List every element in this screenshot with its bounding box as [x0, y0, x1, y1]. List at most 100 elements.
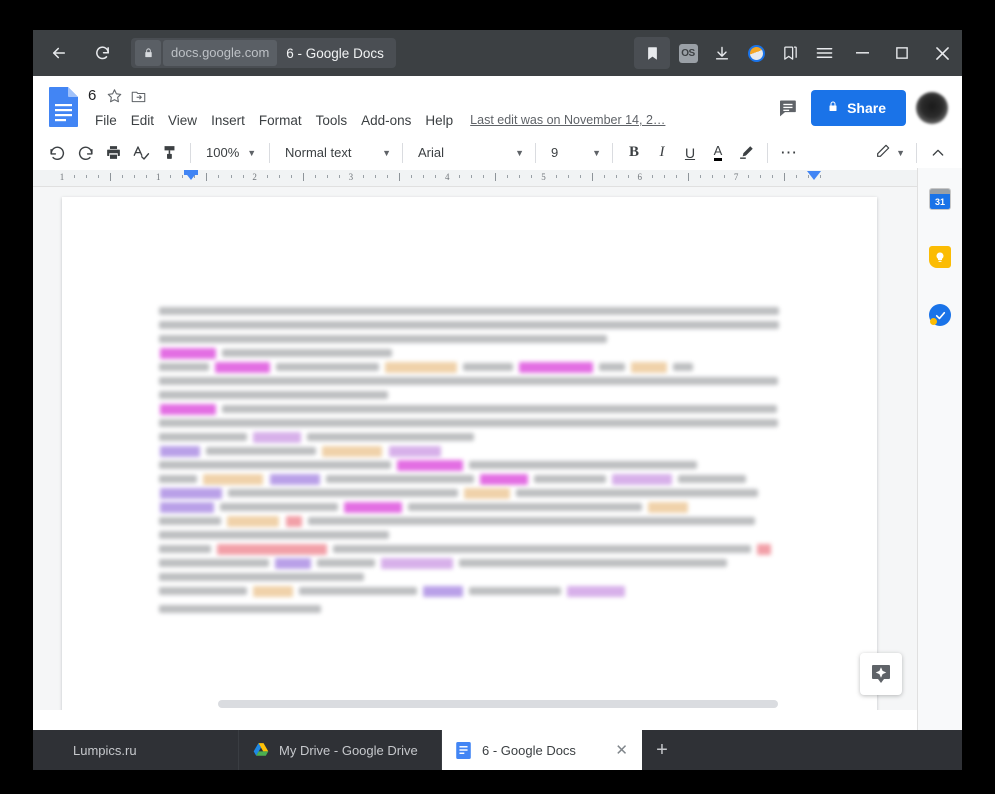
document-paragraph[interactable]	[159, 303, 784, 344]
document-paragraph[interactable]	[159, 401, 784, 527]
address-bar[interactable]: docs.google.com 6 - Google Docs	[131, 38, 396, 68]
ruler-tick	[242, 175, 244, 178]
editing-mode-dropdown[interactable]: ▼	[867, 140, 909, 166]
back-arrow-icon[interactable]	[42, 36, 76, 70]
spellcheck-icon[interactable]	[127, 139, 155, 167]
redacted-text-span	[206, 447, 316, 456]
document-text-line[interactable]	[159, 485, 784, 499]
document-text-line[interactable]	[159, 457, 784, 471]
font-size-dropdown[interactable]: 9 ▼	[543, 140, 605, 166]
star-icon[interactable]	[104, 86, 124, 106]
bookmark-star-icon[interactable]	[634, 37, 670, 69]
menu-view[interactable]: View	[161, 111, 204, 130]
collapse-chevron-icon[interactable]	[924, 139, 952, 167]
tab-google-drive[interactable]: My Drive - Google Drive	[239, 730, 442, 770]
menu-add-ons[interactable]: Add-ons	[354, 111, 418, 130]
close-icon[interactable]: ✕	[609, 741, 628, 759]
document-text-line[interactable]	[159, 513, 784, 527]
user-avatar[interactable]	[916, 92, 948, 124]
redacted-text-span	[326, 475, 474, 484]
tab-google-docs-active[interactable]: 6 - Google Docs ✕	[442, 730, 642, 770]
underline-button[interactable]: U	[676, 139, 704, 167]
share-button[interactable]: Share	[811, 90, 906, 126]
text-color-button[interactable]: A	[704, 139, 732, 167]
download-icon[interactable]	[706, 37, 738, 69]
document-text-line[interactable]	[159, 429, 784, 443]
tab-lumpics[interactable]: Lumpics.ru	[33, 730, 239, 770]
print-icon[interactable]	[99, 139, 127, 167]
menu-file[interactable]: File	[88, 111, 124, 130]
ruler-tick	[627, 175, 629, 178]
bold-button[interactable]: B	[620, 139, 648, 167]
last-edit-link[interactable]: Last edit was on November 14, 2…	[470, 113, 665, 127]
undo-icon[interactable]	[43, 139, 71, 167]
italic-button[interactable]: I	[648, 139, 676, 167]
menu-tools[interactable]: Tools	[309, 111, 355, 130]
document-text-line[interactable]	[159, 527, 784, 540]
document-ruler[interactable]: 1 1 2 3 4 5 6 7	[33, 170, 962, 187]
document-text-line[interactable]	[159, 499, 784, 513]
redacted-text-span	[299, 587, 417, 596]
menu-edit[interactable]: Edit	[124, 111, 161, 130]
new-tab-button[interactable]: +	[642, 730, 682, 770]
more-options-button[interactable]: ⋯	[775, 139, 803, 167]
highlighted-text-span	[381, 557, 453, 569]
document-text-line[interactable]	[159, 541, 784, 555]
zoom-dropdown[interactable]: 100% ▼	[198, 140, 262, 166]
right-indent-marker[interactable]	[807, 171, 821, 180]
redo-icon[interactable]	[71, 139, 99, 167]
calendar-icon-date: 31	[930, 194, 950, 209]
document-text-line[interactable]	[159, 331, 784, 344]
bookmarks-manager-icon[interactable]	[774, 37, 806, 69]
document-text-line[interactable]	[159, 373, 784, 386]
document-text-line[interactable]	[159, 345, 784, 359]
document-text-line[interactable]	[159, 387, 784, 400]
document-text-line[interactable]	[159, 317, 784, 330]
os-extension-icon[interactable]: OS	[672, 37, 704, 69]
window-close-button[interactable]	[922, 30, 962, 76]
paragraph-style-dropdown[interactable]: Normal text ▼	[277, 140, 395, 166]
horizontal-scrollbar-thumb[interactable]	[218, 700, 778, 708]
toolbar-divider-2	[269, 142, 270, 163]
explore-button[interactable]	[860, 653, 902, 695]
menu-help[interactable]: Help	[418, 111, 460, 130]
document-page[interactable]	[62, 197, 877, 710]
document-text-line[interactable]	[159, 471, 784, 485]
document-paragraph[interactable]	[159, 527, 784, 582]
document-name[interactable]: 6	[88, 87, 96, 104]
comment-icon[interactable]	[773, 94, 801, 122]
translate-globe-icon[interactable]	[740, 37, 772, 69]
ruler-tick	[555, 175, 557, 178]
google-keep-icon[interactable]	[929, 246, 951, 268]
document-canvas[interactable]	[33, 187, 962, 710]
document-text-line[interactable]	[159, 555, 784, 569]
ruler-tick	[459, 175, 461, 178]
highlight-pen-icon[interactable]	[732, 139, 760, 167]
document-text-line[interactable]	[159, 583, 784, 614]
font-family-dropdown[interactable]: Arial ▼	[410, 140, 528, 166]
menu-format[interactable]: Format	[252, 111, 309, 130]
document-text-line[interactable]	[159, 415, 784, 428]
move-to-folder-icon[interactable]	[128, 86, 148, 106]
document-body[interactable]	[159, 297, 784, 614]
window-minimize-button[interactable]	[842, 30, 882, 76]
window-maximize-button[interactable]	[882, 30, 922, 76]
ruler-tick	[206, 173, 208, 181]
menu-insert[interactable]: Insert	[204, 111, 252, 130]
reload-icon[interactable]	[85, 36, 119, 70]
document-text-line[interactable]	[159, 569, 784, 582]
ruler-tick	[507, 175, 509, 178]
document-text-line[interactable]	[159, 443, 784, 457]
left-indent-triangle[interactable]	[184, 171, 198, 180]
document-paragraph[interactable]	[159, 345, 784, 400]
document-paragraph[interactable]	[159, 583, 784, 614]
google-tasks-icon[interactable]	[929, 304, 951, 326]
document-text-line[interactable]	[159, 359, 784, 373]
document-text-line[interactable]	[159, 401, 784, 415]
paint-format-icon[interactable]	[155, 139, 183, 167]
google-calendar-icon[interactable]: 31	[929, 188, 951, 210]
redacted-text-span	[159, 545, 211, 554]
menu-hamburger-icon[interactable]	[808, 37, 840, 69]
document-text-line[interactable]	[159, 303, 784, 316]
google-docs-logo[interactable]	[47, 86, 80, 128]
